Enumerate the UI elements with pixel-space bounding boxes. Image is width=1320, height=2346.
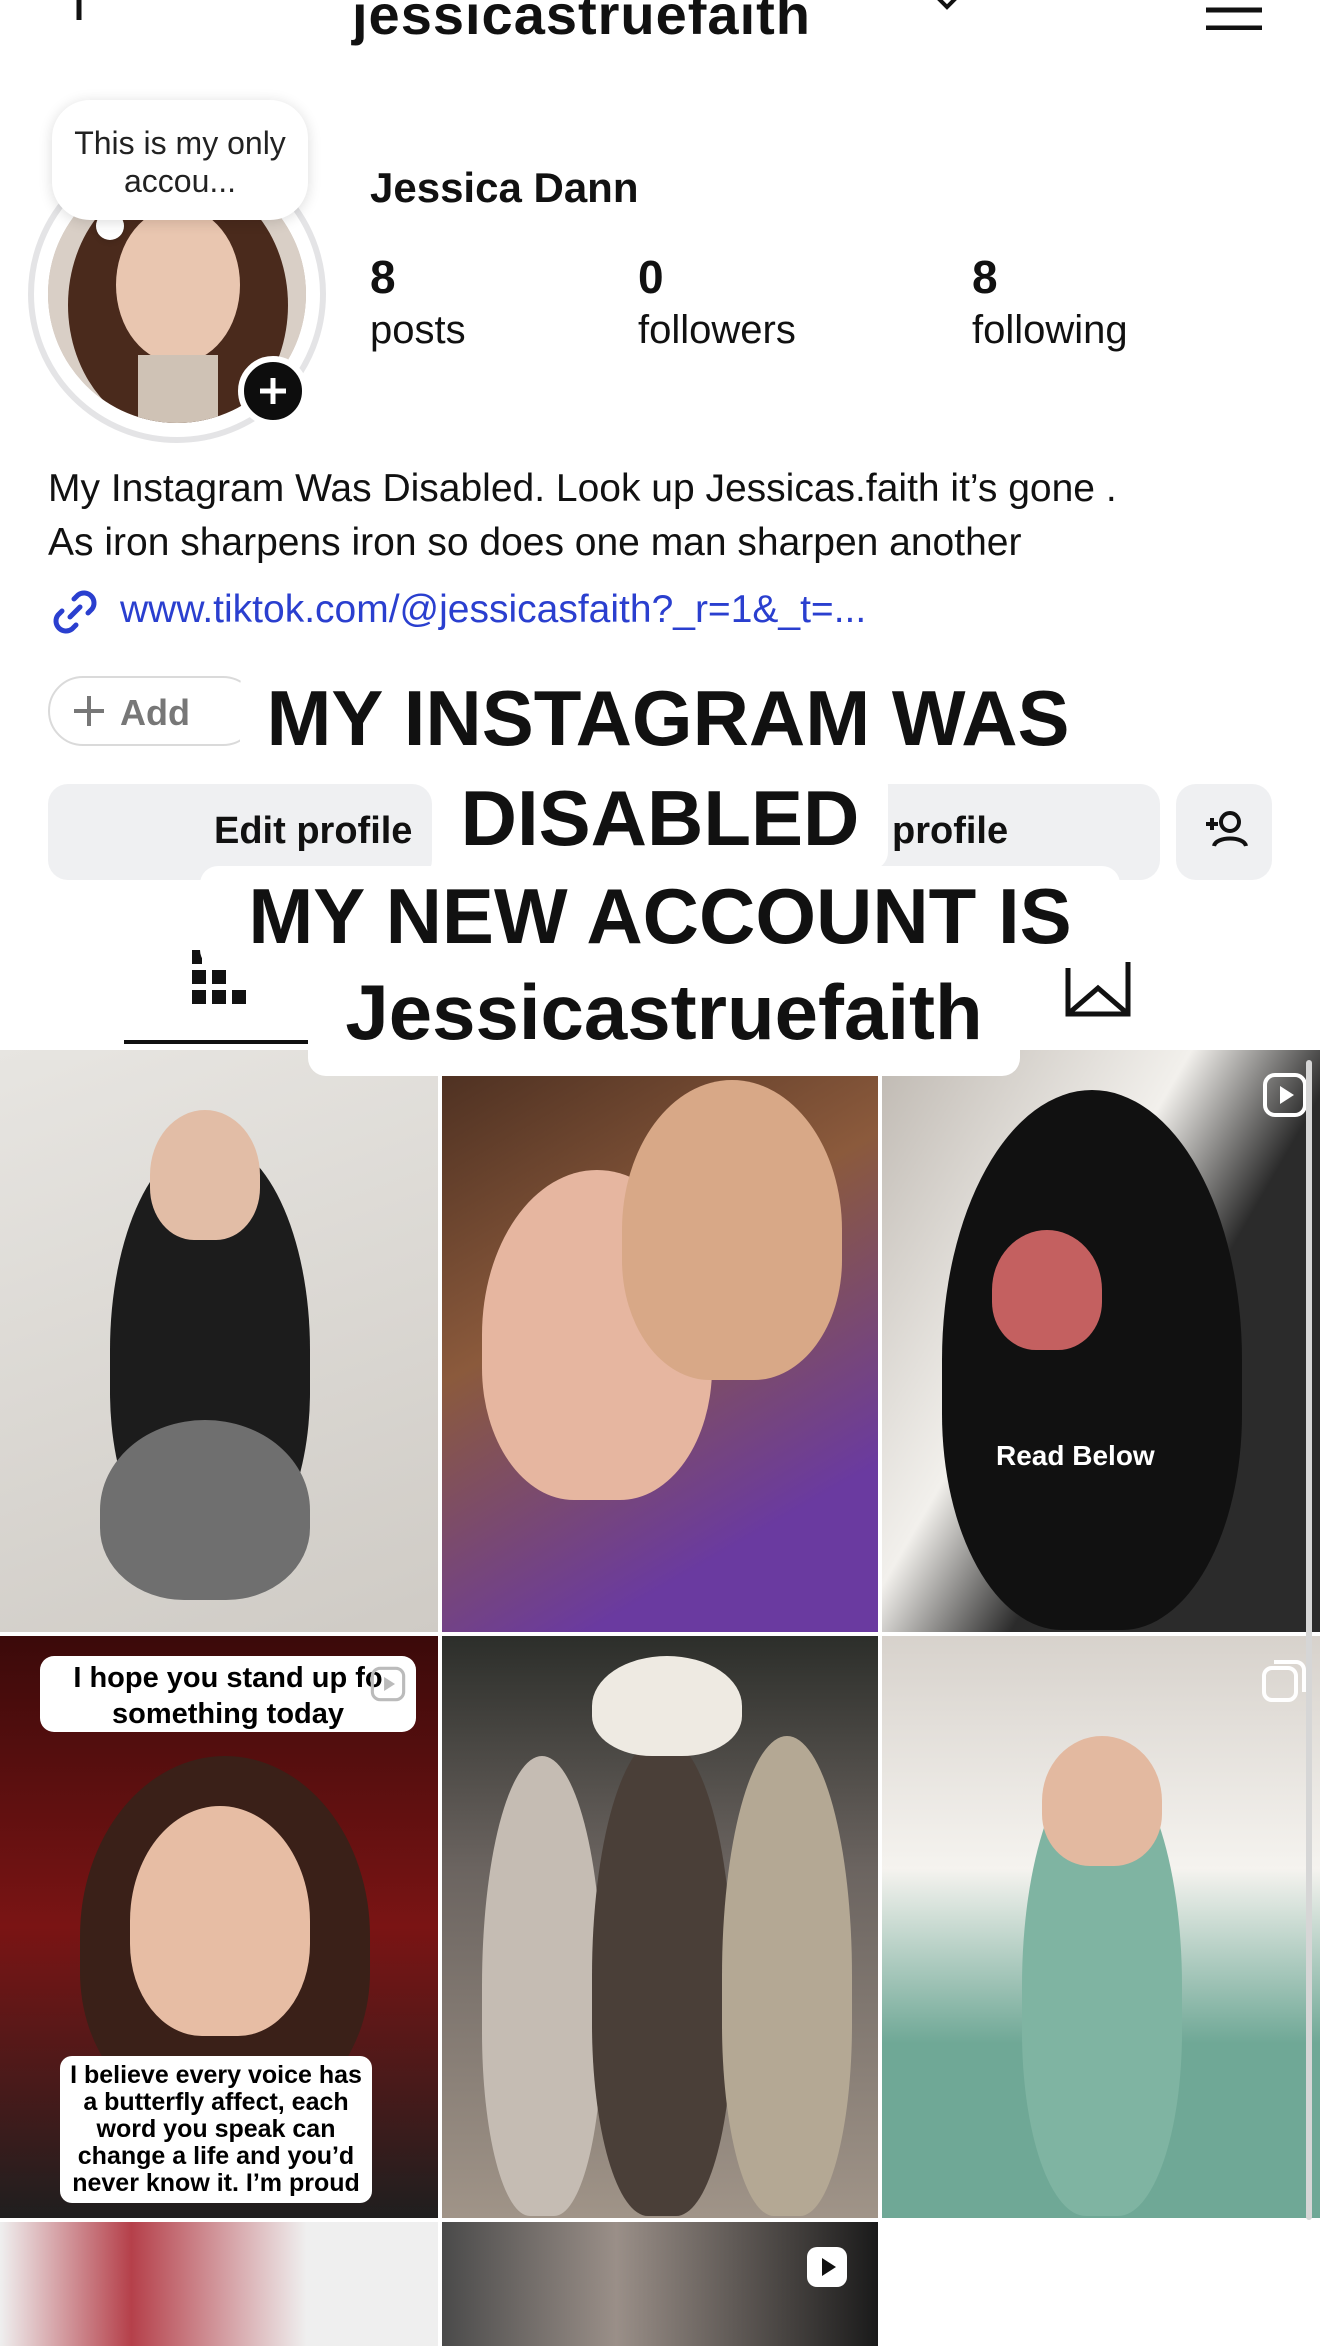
add-user-icon xyxy=(1206,811,1248,847)
plus-icon[interactable] xyxy=(54,0,104,20)
scrollbar[interactable] xyxy=(1306,1060,1312,2220)
edit-profile-label: Edit profile xyxy=(214,810,413,852)
posts-count[interactable]: 8 xyxy=(370,250,396,304)
post-tile[interactable] xyxy=(0,2222,438,2346)
caption-line: Jessicastruefaith xyxy=(308,962,1020,1076)
followers-count[interactable]: 0 xyxy=(638,250,664,304)
add-label: Add xyxy=(120,692,190,733)
active-tab-indicator xyxy=(124,1040,308,1044)
add-story-button[interactable] xyxy=(238,356,308,426)
caption-line: MY INSTAGRAM WAS xyxy=(240,668,1096,780)
post-tile[interactable]: I hope you stand up fo something today I… xyxy=(0,1636,438,2218)
following-label[interactable]: following xyxy=(972,308,1128,353)
post-tile[interactable] xyxy=(442,1050,878,1632)
bio: My Instagram Was Disabled. Look up Jessi… xyxy=(48,462,1288,570)
share-profile-label: profile xyxy=(892,810,1009,852)
bio-link[interactable]: www.tiktok.com/@jessicasfaith?_r=1&_t=..… xyxy=(120,588,866,632)
caption-line: MY NEW ACCOUNT IS xyxy=(200,866,1120,968)
posts-grid: Read Below I hope you stand up fo someth… xyxy=(0,1050,1320,2346)
post-overlay-text: Read Below xyxy=(996,1440,1155,1471)
post-tile[interactable] xyxy=(0,1050,438,1632)
username-title[interactable]: jessicastruefaith xyxy=(352,0,811,47)
post-tile[interactable] xyxy=(442,1636,878,2218)
reel-icon xyxy=(370,1666,406,1702)
post-tile[interactable]: Read Below xyxy=(882,1050,1320,1632)
chevron-down-icon[interactable] xyxy=(932,0,962,12)
followers-label[interactable]: followers xyxy=(638,308,796,353)
full-name: Jessica Dann xyxy=(370,164,639,211)
bio-line: As iron sharpens iron so does one man sh… xyxy=(48,521,1022,564)
post-overlay-text: I hope you stand up fo something today xyxy=(40,1656,416,1732)
menu-icon[interactable] xyxy=(1204,0,1264,30)
reel-icon xyxy=(807,2247,847,2287)
post-tile[interactable] xyxy=(882,1636,1320,2218)
post-overlay-text: I believe every voice has a butterfly af… xyxy=(60,2056,372,2203)
plus-icon xyxy=(260,378,286,404)
note-bubble[interactable]: This is my only accou... xyxy=(52,100,308,220)
caption-line: DISABLED xyxy=(432,768,888,870)
link-icon xyxy=(53,590,97,634)
plus-icon xyxy=(74,696,104,726)
bio-line: My Instagram Was Disabled. Look up Jessi… xyxy=(48,467,1117,510)
posts-label[interactable]: posts xyxy=(370,308,466,353)
carousel-icon xyxy=(1262,1660,1306,1702)
post-tile[interactable] xyxy=(442,2222,878,2346)
discover-people-button[interactable] xyxy=(1176,784,1272,880)
reel-icon xyxy=(1263,1073,1307,1117)
following-count[interactable]: 8 xyxy=(972,250,998,304)
